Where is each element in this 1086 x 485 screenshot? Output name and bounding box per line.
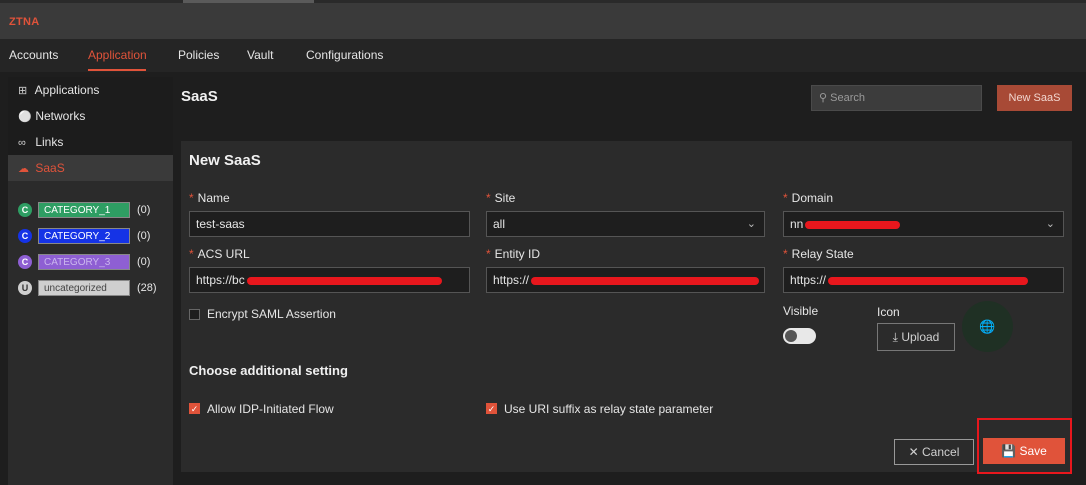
nav-application[interactable]: Application <box>88 48 147 62</box>
category-count: (0) <box>137 230 151 242</box>
sidebar-item-label: Applications <box>34 83 100 97</box>
globe-icon: ⚪ <box>18 111 32 123</box>
redaction-mark <box>805 220 901 229</box>
globe-icon: 🌐 <box>962 301 1013 352</box>
category-chip: uncategorized <box>38 280 130 296</box>
app-brand: ZTNA <box>9 16 40 28</box>
nav-configurations[interactable]: Configurations <box>306 48 383 62</box>
uri-suffix-checkbox[interactable]: ✓ <box>486 403 497 414</box>
upload-icon: ⤓ <box>892 330 898 344</box>
sidebar-item-networks[interactable]: ⚪ Networks <box>8 103 173 129</box>
category-chip: CATEGORY_3 <box>38 254 130 270</box>
sidebar-item-saas[interactable]: ☁ SaaS <box>8 155 173 181</box>
new-saas-panel: New SaaS * Name * Site * Domain test-saas a… <box>181 141 1072 472</box>
uri-suffix-label: Use URI suffix as relay state parameter <box>504 402 714 416</box>
category-chip: CATEGORY_1 <box>38 202 130 218</box>
visible-label: Visible <box>783 304 819 318</box>
link-icon: ∞ <box>18 137 26 149</box>
acs-url-label: * ACS URL <box>189 247 250 261</box>
category-row[interactable]: C CATEGORY_1 (0) <box>8 197 173 223</box>
sidebar-menu: ⊞ Applications ⚪ Networks ∞ Links ☁ SaaS <box>8 77 173 181</box>
save-icon: 💾 <box>1001 444 1017 458</box>
chevron-down-icon: ⌄ <box>746 218 756 230</box>
visible-toggle[interactable] <box>783 328 816 344</box>
category-count: (28) <box>137 282 157 294</box>
category-badge: C <box>18 255 32 269</box>
site-label: * Site <box>486 191 516 205</box>
category-chip: CATEGORY_2 <box>38 228 130 244</box>
cloud-icon: ☁ <box>18 163 29 175</box>
category-row[interactable]: U uncategorized (28) <box>8 275 173 301</box>
entity-id-field[interactable]: https:// <box>486 267 765 293</box>
domain-select[interactable]: nn ⌄ <box>783 211 1064 237</box>
form-title: New SaaS <box>189 152 261 169</box>
nav-policies[interactable]: Policies <box>178 48 219 62</box>
top-bar: ZTNA <box>0 0 1086 39</box>
search-icon: ⚲ <box>819 92 828 104</box>
category-badge: U <box>18 281 32 295</box>
site-select[interactable]: all ⌄ <box>486 211 765 237</box>
category-row[interactable]: C CATEGORY_2 (0) <box>8 223 173 249</box>
upload-button[interactable]: ⤓ Upload <box>877 323 955 351</box>
category-badge: C <box>18 229 32 243</box>
sidebar-item-applications[interactable]: ⊞ Applications <box>8 77 173 103</box>
sidebar: ⊞ Applications ⚪ Networks ∞ Links ☁ SaaS… <box>8 77 173 485</box>
domain-label: * Domain <box>783 191 834 205</box>
category-list: C CATEGORY_1 (0) C CATEGORY_2 (0) C CATE… <box>8 181 173 301</box>
redaction-mark <box>246 276 442 285</box>
chevron-down-icon: ⌄ <box>1045 218 1055 230</box>
nav-accounts[interactable]: Accounts <box>9 48 58 62</box>
encrypt-saml-checkbox[interactable] <box>189 309 200 320</box>
sidebar-item-links[interactable]: ∞ Links <box>8 129 173 155</box>
relay-state-label: * Relay State <box>783 247 854 261</box>
acs-url-field[interactable]: https://bc <box>189 267 470 293</box>
allow-idp-checkbox[interactable]: ✓ <box>189 403 200 414</box>
cancel-button[interactable]: ✕ Cancel <box>894 439 974 465</box>
additional-settings-title: Choose additional setting <box>189 363 348 378</box>
nav-vault[interactable]: Vault <box>247 48 273 62</box>
category-count: (0) <box>137 256 151 268</box>
encrypt-saml-label: Encrypt SAML Assertion <box>207 307 336 321</box>
toggle-knob <box>785 330 797 342</box>
save-button[interactable]: 💾 Save <box>983 438 1065 464</box>
category-row[interactable]: C CATEGORY_3 (0) <box>8 249 173 275</box>
new-saas-button[interactable]: New SaaS <box>997 85 1072 111</box>
redaction-mark <box>531 276 760 285</box>
nav-active-underline <box>88 69 146 71</box>
sidebar-item-label: Links <box>35 135 64 149</box>
search-input[interactable]: ⚲ Search <box>811 85 982 111</box>
main-nav: Accounts Application Policies Vault Conf… <box>0 39 1086 72</box>
name-field[interactable]: test-saas <box>189 211 470 237</box>
icon-label: Icon <box>877 305 900 319</box>
category-count: (0) <box>137 204 151 216</box>
relay-state-field[interactable]: https:// <box>783 267 1064 293</box>
allow-idp-label: Allow IDP-Initiated Flow <box>207 402 334 416</box>
sidebar-item-label: Networks <box>35 109 86 123</box>
redaction-mark <box>828 276 1029 285</box>
page-title: SaaS <box>181 88 218 105</box>
name-label: * Name <box>189 191 230 205</box>
sidebar-item-label: SaaS <box>35 161 65 175</box>
grid-icon: ⊞ <box>18 85 28 97</box>
search-placeholder: Search <box>830 92 865 104</box>
close-icon: ✕ <box>908 445 919 459</box>
browser-tab-indicator <box>183 0 314 3</box>
entity-id-label: * Entity ID <box>486 247 541 261</box>
category-badge: C <box>18 203 32 217</box>
